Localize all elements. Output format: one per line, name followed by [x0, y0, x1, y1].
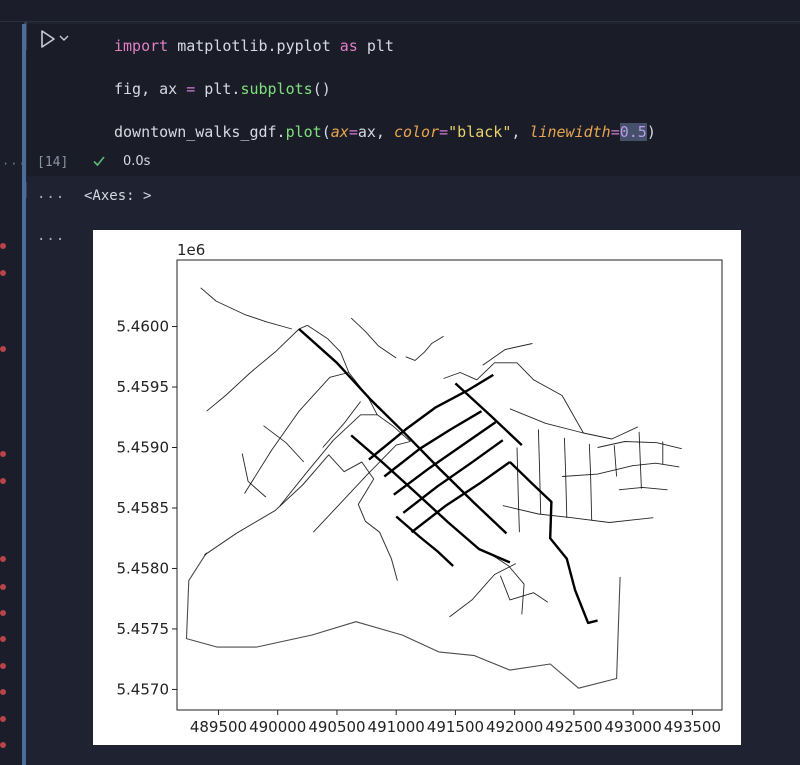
axes-frame — [176, 259, 723, 711]
code-line-3: downtown_walks_gdf.plot(ax=ax, color="bl… — [114, 122, 656, 142]
cell-selection-bar[interactable] — [22, 24, 26, 765]
y-tick-label: 5.4595 — [117, 378, 170, 396]
top-divider — [0, 21, 800, 22]
x-tick-label: 493500 — [664, 718, 721, 736]
walk-path-line — [509, 408, 639, 440]
plot-figure: 1e6 5.4570 5.4575 5.4580 5.4585 5.4590 5.4595… — [93, 230, 741, 745]
check-icon — [93, 156, 105, 167]
breakpoint-dot[interactable] — [0, 663, 6, 669]
walk-path-line — [562, 462, 680, 477]
cell-output: ··· <Axes: > ··· 1e6 5.4570 5.4575 5.4580 5… — [27, 178, 800, 765]
param-linewidth: linewidth — [529, 123, 611, 141]
number-selected: 0.5 — [619, 123, 647, 141]
walk-path-line — [322, 401, 361, 448]
breakpoint-dot[interactable] — [0, 584, 6, 590]
walk-path-line — [405, 335, 444, 361]
call-parens: () — [312, 80, 331, 98]
plot-lines — [185, 287, 682, 689]
x-tick-label: 490000 — [249, 718, 306, 736]
code-cell[interactable]: import matplotlib.pyplot as plt fig, ax … — [27, 24, 800, 176]
walk-path-line — [244, 372, 349, 494]
assign-op: = — [439, 123, 449, 141]
walk-path-line — [618, 486, 668, 491]
walk-path-line — [537, 429, 542, 515]
breakpoint-dot[interactable] — [0, 716, 6, 722]
x-ticks: 489500 490000 490500 491000 491500 492000 4925… — [190, 710, 721, 736]
breakpoint-dot[interactable] — [0, 243, 6, 249]
x-tick-label: 493000 — [605, 718, 662, 736]
module-alias: plt — [357, 37, 394, 55]
output-menu-button[interactable]: ··· — [37, 190, 65, 206]
breakpoint-dot[interactable] — [0, 346, 6, 352]
assign-targets: fig, ax — [114, 80, 187, 98]
walk-path-line — [263, 425, 305, 463]
walk-path-line — [563, 437, 568, 518]
assign-op: = — [348, 123, 358, 141]
output-menu-button[interactable]: ··· — [37, 232, 65, 248]
y-tick-label: 5.4570 — [117, 680, 170, 698]
execution-time: 0.0s — [123, 154, 151, 169]
walk-path-line — [482, 343, 533, 366]
offset-label: 1e6 — [177, 241, 205, 259]
output-text: <Axes: > — [84, 188, 152, 204]
paren-open: ( — [321, 123, 331, 141]
param-color: color — [393, 123, 440, 141]
breakpoint-dot[interactable] — [0, 451, 6, 457]
y-tick-label: 5.4580 — [117, 559, 170, 577]
walk-path-line — [502, 505, 654, 523]
breakpoint-dot[interactable] — [0, 742, 6, 748]
walk-path-line — [454, 382, 523, 446]
keyword-as: as — [339, 37, 358, 55]
code-line-1: import matplotlib.pyplot as plt — [114, 36, 394, 56]
breakpoint-dot[interactable] — [0, 556, 6, 562]
x-tick-label: 492500 — [545, 718, 602, 736]
plot-svg: 1e6 5.4570 5.4575 5.4580 5.4585 5.4590 5.4595… — [117, 241, 723, 736]
walk-path-line — [613, 445, 618, 477]
y-tick-label: 5.4575 — [117, 620, 170, 638]
walk-path-line — [588, 443, 593, 521]
comma: , — [511, 123, 530, 141]
walk-path-line — [350, 317, 397, 359]
breakpoint-dot[interactable] — [0, 636, 6, 642]
breakpoint-dot[interactable] — [0, 689, 6, 695]
assign-op: = — [186, 80, 196, 98]
execution-count: [14] — [37, 155, 69, 170]
x-tick-label: 491000 — [368, 718, 425, 736]
call-object: downtown_walks_gdf. — [114, 123, 286, 141]
walk-path-line — [516, 447, 520, 533]
call-object: plt. — [195, 80, 241, 98]
walk-path-line — [200, 287, 293, 330]
y-ticks: 5.4570 5.4575 5.4580 5.4585 5.4590 5.4595 5.46… — [117, 318, 177, 698]
walk-path-line — [206, 324, 308, 412]
code-editor[interactable]: import matplotlib.pyplot as plt fig, ax … — [114, 24, 656, 141]
chevron-down-icon[interactable] — [58, 32, 70, 44]
x-tick-label: 492000 — [486, 718, 543, 736]
string-black: "black" — [448, 123, 512, 141]
value-ax: ax, — [357, 123, 394, 141]
keyword-import: import — [114, 37, 169, 55]
y-tick-label: 5.4590 — [117, 439, 170, 457]
x-tick-label: 490500 — [308, 718, 365, 736]
y-tick-label: 5.4585 — [117, 499, 170, 517]
code-line-2: fig, ax = plt.subplots() — [114, 79, 331, 99]
module-name: matplotlib.pyplot — [168, 37, 340, 55]
walk-path-line — [395, 515, 454, 567]
walk-path-line — [185, 552, 621, 689]
x-tick-label: 491500 — [427, 718, 484, 736]
paren-close: ) — [646, 123, 656, 141]
walk-path-line — [638, 431, 642, 489]
y-tick-label: 5.4600 — [117, 318, 170, 336]
walk-path-line — [241, 453, 267, 498]
x-tick-label: 489500 — [190, 718, 247, 736]
play-icon[interactable] — [36, 28, 58, 50]
assign-op: = — [610, 123, 620, 141]
function-name: subplots — [240, 80, 313, 98]
breakpoint-dot[interactable] — [0, 610, 6, 616]
breakpoint-dot[interactable] — [0, 270, 6, 276]
breakpoint-dot[interactable] — [0, 478, 6, 484]
top-strip — [0, 0, 800, 22]
param-ax: ax — [330, 123, 349, 141]
function-name: plot — [285, 123, 322, 141]
